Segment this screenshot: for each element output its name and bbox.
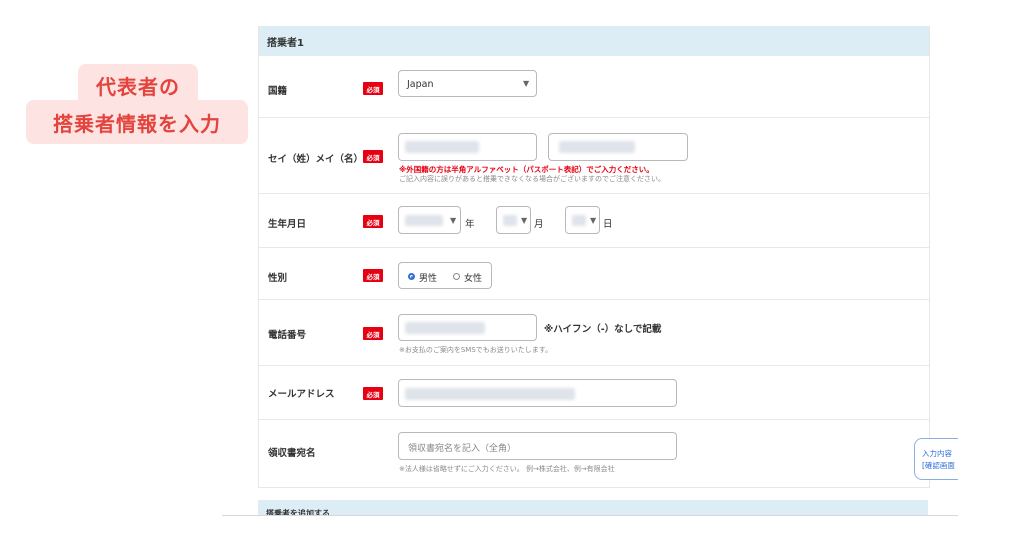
chevron-down-icon: ▼ [450, 216, 457, 225]
required-badge: 必須 [363, 269, 383, 282]
row-gender: 性別 必須 男性 女性 [259, 248, 929, 300]
annotation-line-2: 搭乗者情報を入力 [26, 100, 248, 144]
phone-format-note: ※ハイフン（-）なしで記載 [544, 324, 662, 335]
redacted-value [405, 388, 575, 400]
phone-help-text: ※お支払のご案内をSMSでもお送りいたします。 [399, 346, 553, 354]
email-input[interactable] [398, 379, 677, 407]
required-badge: 必須 [363, 82, 383, 95]
gender-radio-group: 男性 女性 [398, 262, 492, 289]
last-name-input[interactable] [398, 133, 537, 161]
nationality-label: 国籍 [268, 86, 288, 97]
day-unit: 日 [603, 219, 613, 230]
receipt-name-placeholder: 領収書宛名を記入（全角） [408, 444, 517, 454]
required-badge: 必須 [363, 327, 383, 340]
nationality-select[interactable]: Japan ▼ [398, 70, 537, 97]
gender-male-label[interactable]: 男性 [419, 271, 437, 284]
nationality-value: Japan [407, 79, 434, 90]
birth-day-select[interactable]: ▼ [565, 206, 600, 234]
year-unit: 年 [465, 219, 475, 230]
receipt-name-label: 領収書宛名 [268, 448, 316, 459]
side-tab-line-1: 入力内容 [922, 449, 952, 458]
section-title: 搭乗者1 [267, 37, 304, 49]
side-tab-line-2: [確認画面 [922, 461, 955, 470]
add-passenger-header[interactable]: 搭乗者を追加する [258, 500, 928, 516]
row-name: セイ（姓）メイ（名） 必須 ※外国籍の方は半角アルファベット（パスポート表記）で… [259, 118, 929, 194]
chevron-down-icon: ▼ [523, 79, 530, 88]
gender-label: 性別 [268, 273, 288, 284]
passenger-form-panel: 搭乗者1 国籍 必須 Japan ▼ セイ（姓）メイ（名） 必須 ※外国籍の方は… [258, 26, 930, 488]
divider [222, 515, 958, 516]
row-email: メールアドレス 必須 [259, 366, 929, 420]
required-badge: 必須 [363, 150, 383, 163]
chevron-down-icon: ▼ [521, 216, 528, 225]
gender-male-radio[interactable] [408, 273, 415, 280]
redacted-value [559, 141, 635, 153]
phone-input[interactable] [398, 314, 537, 341]
section-header-passenger-1: 搭乗者1 [259, 26, 929, 56]
row-receipt-name: 領収書宛名 領収書宛名を記入（全角） ※法人様は省略せずにご入力ください。 例→… [259, 420, 929, 488]
birth-year-select[interactable]: ▼ [398, 206, 461, 234]
chevron-down-icon: ▼ [590, 216, 597, 225]
redacted-value [405, 322, 485, 334]
required-badge: 必須 [363, 387, 383, 400]
gender-female-label[interactable]: 女性 [464, 271, 482, 284]
month-unit: 月 [534, 219, 544, 230]
redacted-value [405, 141, 479, 153]
receipt-name-input[interactable]: 領収書宛名を記入（全角） [398, 432, 677, 460]
row-phone: 電話番号 必須 ※ハイフン（-）なしで記載 ※お支払のご案内をSMSでもお送りい… [259, 300, 929, 366]
required-badge: 必須 [363, 215, 383, 228]
redacted-value [572, 215, 586, 226]
gender-female-radio[interactable] [453, 273, 460, 280]
birthdate-label: 生年月日 [268, 219, 307, 230]
confirm-input-side-tab[interactable]: 入力内容 [確認画面 [914, 438, 960, 480]
name-label: セイ（姓）メイ（名） [268, 154, 364, 165]
row-birthdate: 生年月日 必須 ▼ 年 ▼ 月 ▼ 日 [259, 194, 929, 248]
row-nationality: 国籍 必須 Japan ▼ [259, 56, 929, 118]
phone-label: 電話番号 [268, 330, 307, 341]
redacted-value [405, 215, 443, 226]
redacted-value [503, 215, 517, 226]
receipt-help-text: ※法人様は省略せずにご入力ください。 例→株式会社、例→有限会社 [399, 465, 615, 473]
page-edge-mask [958, 430, 1024, 490]
email-label: メールアドレス [268, 389, 335, 400]
birth-month-select[interactable]: ▼ [496, 206, 531, 234]
first-name-input[interactable] [548, 133, 688, 161]
name-help-text: ご記入内容に誤りがあると搭乗できなくなる場合がございますのでご注意ください。 [399, 175, 665, 183]
